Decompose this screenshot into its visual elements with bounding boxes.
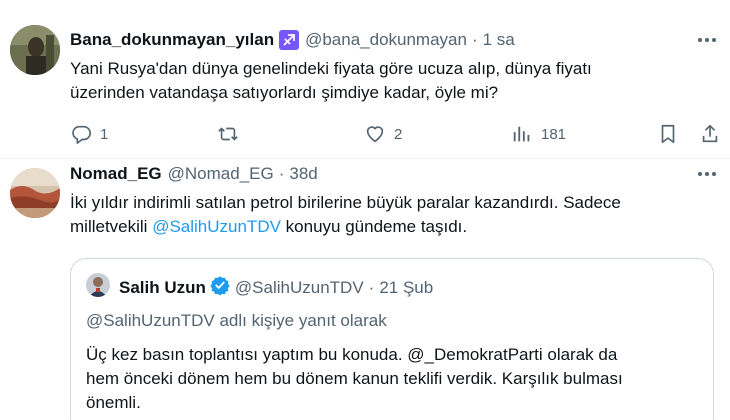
quote-text-line: hem önceki dönem hem bu dönem kanun tekl… xyxy=(86,369,623,388)
avatar-image xyxy=(86,273,110,297)
mention-link[interactable]: @SalihUzunTDV xyxy=(152,217,281,236)
quote-avatar[interactable] xyxy=(86,273,110,297)
tweet-text: Yani Rusya'dan dünya genelindeki fiyata … xyxy=(70,57,592,105)
handle[interactable]: @Nomad_EG xyxy=(168,164,274,184)
quote-text-line: Üç kez basın toplantısı yaptım bu konuda… xyxy=(86,345,618,364)
quote-handle[interactable]: @SalihUzunTDV xyxy=(235,278,364,298)
separator: · xyxy=(368,277,375,297)
tweet-text-segment: milletvekili xyxy=(70,217,153,236)
avatar[interactable] xyxy=(10,168,60,218)
reply-button[interactable]: 1 xyxy=(70,123,108,145)
reply-context: @SalihUzunTDV adlı kişiye yanıt olarak xyxy=(86,311,387,330)
tweet-1[interactable]: Bana_dokunmayan_yılan @bana_dokunmayan ·… xyxy=(0,0,730,158)
views-icon xyxy=(513,126,530,142)
verified-badge-icon xyxy=(210,275,230,300)
tweet-text-line: İki yıldır indirimli satılan petrol biri… xyxy=(70,193,621,212)
retweet-icon xyxy=(218,127,238,141)
separator: · xyxy=(278,164,285,183)
tweet-text-line: Yani Rusya'dan dünya genelindeki fiyata … xyxy=(70,59,592,78)
more-options-button[interactable] xyxy=(698,172,716,176)
handle[interactable]: @bana_dokunmayan xyxy=(305,30,467,50)
avatar-image xyxy=(10,168,60,218)
tweet-actions: 1 2 181 xyxy=(70,123,720,149)
quote-timestamp[interactable]: 21 Şub xyxy=(379,278,433,298)
more-options-button[interactable] xyxy=(698,38,716,42)
retweet-button[interactable] xyxy=(216,123,248,145)
views-count: 181 xyxy=(541,125,567,143)
like-count: 2 xyxy=(394,125,403,143)
share-icon xyxy=(702,124,718,143)
tweet-text: İki yıldır indirimli satılan petrol biri… xyxy=(70,191,621,239)
quote-display-name[interactable]: Salih Uzun xyxy=(119,278,206,298)
sagittarius-icon xyxy=(279,30,300,50)
quoted-tweet-card[interactable]: Salih Uzun @SalihUzunTDV · 21 Şub @Salih… xyxy=(70,258,714,420)
bookmark-icon xyxy=(661,124,675,144)
like-button[interactable]: 2 xyxy=(364,123,402,145)
heart-icon xyxy=(366,126,384,143)
avatar-image xyxy=(10,25,60,75)
bookmark-button[interactable] xyxy=(658,123,678,145)
share-button[interactable] xyxy=(700,123,720,145)
timestamp[interactable]: 1 sa xyxy=(483,30,515,50)
quote-text: Üç kez basın toplantısı yaptım bu konuda… xyxy=(86,343,623,415)
reply-count: 1 xyxy=(100,125,109,143)
quote-text-line: önemli. xyxy=(86,393,141,412)
tweet-text-segment: konuyu gündeme taşıdı. xyxy=(280,217,468,236)
tweet-text-line: milletvekili @SalihUzunTDV konuyu gündem… xyxy=(70,215,621,239)
reply-icon xyxy=(72,125,91,144)
display-name[interactable]: Nomad_EG xyxy=(70,164,162,184)
separator: · xyxy=(471,30,478,49)
tweet-text-line: üzerinden vatandaşa satıyorlardı şimdiye… xyxy=(70,83,499,102)
display-name[interactable]: Bana_dokunmayan_yılan xyxy=(70,30,274,50)
avatar[interactable] xyxy=(10,25,60,75)
views-button[interactable]: 181 xyxy=(511,123,566,145)
timestamp[interactable]: 38d xyxy=(289,164,317,184)
